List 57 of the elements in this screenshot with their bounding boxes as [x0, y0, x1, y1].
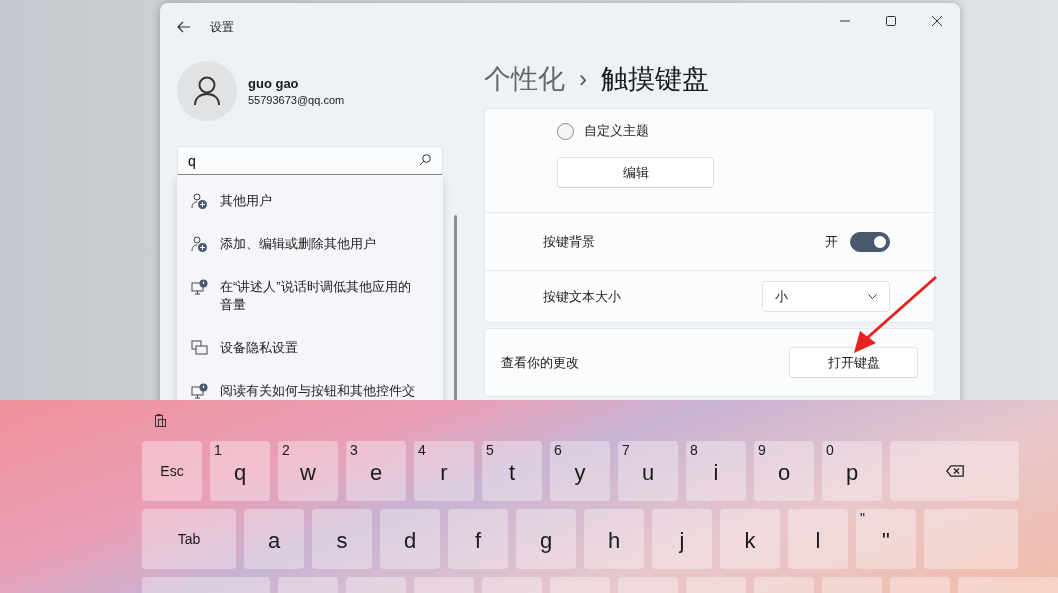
key[interactable]: a [244, 509, 304, 569]
key[interactable]: 7 u [618, 441, 678, 501]
chevron-down-icon [868, 294, 877, 299]
key[interactable]: s [312, 509, 372, 569]
toggle-switch[interactable] [850, 231, 890, 252]
key[interactable]: Tab [142, 509, 236, 569]
clipboard-icon[interactable] [155, 414, 166, 427]
user-add-icon [191, 236, 208, 253]
window-title: 设置 [210, 18, 234, 36]
close-icon [932, 16, 942, 26]
open-keyboard-button[interactable]: 打开键盘 [789, 347, 918, 378]
devices-icon [191, 340, 208, 355]
key[interactable]: 4 r [414, 441, 474, 501]
search-result-item[interactable]: 添加、编辑或删除其他用户 [177, 222, 443, 265]
toggle-state-label: 开 [825, 232, 838, 251]
edit-button[interactable]: 编辑 [557, 157, 714, 188]
search-field[interactable]: q [177, 146, 443, 175]
maximize-icon [886, 16, 896, 26]
key[interactable] [924, 509, 1018, 569]
key[interactable]: d [380, 509, 440, 569]
account-name: guo gao [248, 76, 300, 91]
backspace-key[interactable] [890, 441, 1019, 501]
search-result-item[interactable]: 设备隐私设置 [177, 326, 443, 369]
account-email: 55793673@qq.com [248, 94, 345, 106]
radio-button[interactable] [557, 122, 574, 140]
key[interactable]: k [720, 509, 780, 569]
key[interactable]: 0 p [822, 441, 882, 501]
search-result-item[interactable]: 其他用户 [177, 179, 443, 222]
radio-label: 自定义主题 [584, 122, 649, 140]
key[interactable]: 5 t [482, 441, 542, 501]
setting-label: 按键背景 [543, 232, 595, 251]
preview-label: 查看你的更改 [501, 353, 579, 372]
key[interactable]: 9 o [754, 441, 814, 501]
key[interactable]: g [516, 509, 576, 569]
key[interactable]: 1 q [210, 441, 270, 501]
breadcrumb-separator: › [579, 65, 587, 93]
page-title: 触摸键盘 [601, 63, 709, 96]
key[interactable]: 6 y [550, 441, 610, 501]
key[interactable]: " " [856, 509, 916, 569]
user-add-icon [191, 193, 208, 210]
key[interactable]: j [652, 509, 712, 569]
key[interactable]: 2 w [278, 441, 338, 501]
monitor-alert-icon [191, 279, 208, 296]
key[interactable]: f [448, 509, 508, 569]
monitor-alert-icon [191, 383, 208, 400]
breadcrumb-parent[interactable]: 个性化 [484, 61, 565, 97]
key[interactable]: h [584, 509, 644, 569]
key[interactable]: 8 i [686, 441, 746, 501]
backspace-icon [945, 465, 964, 477]
key[interactable]: Esc [142, 441, 202, 501]
search-icon [419, 154, 431, 166]
back-arrow-icon[interactable] [177, 21, 191, 33]
setting-label: 按键文本大小 [543, 287, 621, 306]
key[interactable]: l [788, 509, 848, 569]
size-dropdown[interactable]: 小 [762, 281, 890, 312]
search-result-item[interactable]: 在“讲述人”说话时调低其他应用的音量 [177, 265, 443, 326]
key[interactable]: 3 e [346, 441, 406, 501]
